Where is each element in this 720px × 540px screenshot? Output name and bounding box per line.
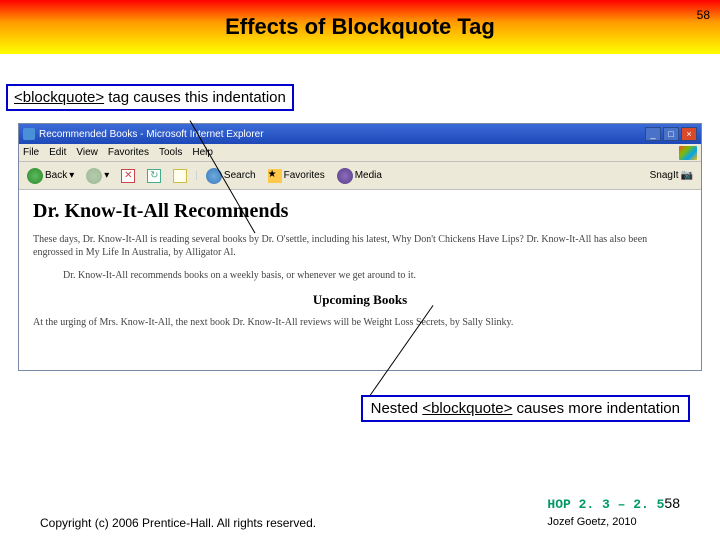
subheading-upcoming: Upcoming Books [33, 292, 687, 308]
browser-window: Recommended Books - Microsoft Internet E… [18, 123, 702, 371]
callout2-before: Nested [371, 400, 423, 417]
callout-blockquote-indent: <blockquote> tag causes this indentation [6, 84, 294, 111]
back-icon [27, 168, 43, 184]
callout1-tag: <blockquote> [14, 89, 104, 106]
maximize-button[interactable]: □ [663, 127, 679, 141]
ie-icon [23, 128, 35, 140]
home-button[interactable] [169, 167, 191, 185]
hop-reference: HOP 2. 3 – 2. 5 [547, 497, 664, 512]
callout-nested-blockquote: Nested <blockquote> causes more indentat… [361, 395, 690, 422]
media-label: Media [355, 170, 382, 181]
menu-edit[interactable]: Edit [49, 147, 66, 158]
slide-header: Effects of Blockquote Tag 58 [0, 0, 720, 54]
stop-button[interactable]: ✕ [117, 167, 139, 185]
callout2-tag: <blockquote> [422, 400, 512, 417]
search-button[interactable]: Search [202, 166, 260, 186]
search-label: Search [224, 170, 256, 181]
stop-icon: ✕ [121, 169, 135, 183]
callout2-after: causes more indentation [512, 400, 680, 417]
favorites-button[interactable]: ★Favorites [264, 167, 329, 185]
refresh-button[interactable]: ↻ [143, 167, 165, 185]
star-icon: ★ [268, 169, 282, 183]
browser-menubar: File Edit View Favorites Tools Help [19, 144, 701, 162]
window-buttons: _ □ × [645, 127, 697, 141]
snagit-button[interactable]: SnagIt 📷 [646, 168, 697, 183]
menu-view[interactable]: View [76, 147, 98, 158]
browser-toolbar: Back ▾ ▾ ✕ ↻ | Search ★Favorites Media S… [19, 162, 701, 190]
back-label: Back [45, 170, 67, 181]
back-button[interactable]: Back ▾ [23, 166, 78, 186]
slide-title: Effects of Blockquote Tag [225, 14, 495, 40]
close-button[interactable]: × [681, 127, 697, 141]
author-text: Jozef Goetz, 2010 [547, 515, 680, 530]
paragraph-2-blockquote: Dr. Know-It-All recommends books on a we… [63, 269, 657, 282]
forward-icon [86, 168, 102, 184]
forward-button[interactable]: ▾ [82, 166, 113, 186]
page-number-top: 58 [697, 8, 710, 22]
snagit-label: SnagIt [650, 170, 679, 181]
menu-favorites[interactable]: Favorites [108, 147, 149, 158]
paragraph-1: These days, Dr. Know-It-All is reading s… [33, 233, 687, 259]
page-heading: Dr. Know-It-All Recommends [33, 200, 687, 223]
favorites-label: Favorites [284, 170, 325, 181]
callout1-text: tag causes this indentation [104, 89, 286, 106]
home-icon [173, 169, 187, 183]
browser-content: Dr. Know-It-All Recommends These days, D… [19, 190, 701, 370]
media-icon [337, 168, 353, 184]
slide-footer: Copyright (c) 2006 Prentice-Hall. All ri… [0, 494, 720, 530]
menu-tools[interactable]: Tools [159, 147, 182, 158]
browser-titlebar: Recommended Books - Microsoft Internet E… [19, 124, 701, 144]
refresh-icon: ↻ [147, 169, 161, 183]
copyright-text: Copyright (c) 2006 Prentice-Hall. All ri… [40, 516, 316, 530]
menu-file[interactable]: File [23, 147, 39, 158]
windows-logo-icon [679, 146, 697, 160]
minimize-button[interactable]: _ [645, 127, 661, 141]
paragraph-3: At the urging of Mrs. Know-It-All, the n… [33, 316, 687, 329]
media-button[interactable]: Media [333, 166, 386, 186]
window-title: Recommended Books - Microsoft Internet E… [39, 129, 264, 140]
page-number-bottom: 58 [664, 495, 680, 511]
